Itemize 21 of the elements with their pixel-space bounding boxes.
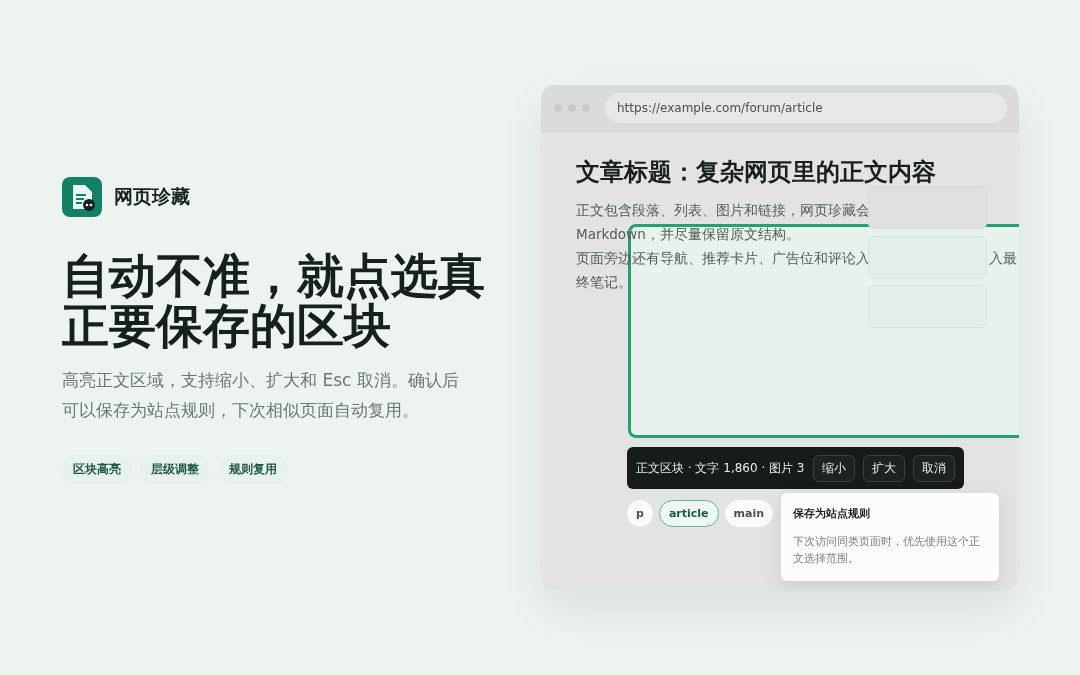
paragraph-line: 终笔记。 bbox=[576, 273, 632, 292]
selection-info: 正文区块 · 文字 1,860 · 图片 3 bbox=[636, 459, 805, 477]
article-title: 文章标题：复杂网页里的正文内容 bbox=[576, 157, 937, 188]
address-bar[interactable]: https://example.com/forum/article bbox=[605, 93, 1007, 123]
app-name: 网页珍藏 bbox=[114, 184, 190, 209]
feature-tag: 区块高亮 bbox=[62, 455, 132, 484]
toolbar-button[interactable]: 缩小 bbox=[812, 454, 855, 482]
feature-tag: 层级调整 bbox=[140, 455, 210, 484]
paragraph-line: 正文包含段落、列表、图片和链接，网页珍藏会 bbox=[576, 201, 870, 220]
element-chip[interactable]: main bbox=[724, 500, 773, 527]
toolbar-button[interactable]: 扩大 bbox=[862, 454, 905, 482]
element-chip[interactable]: p bbox=[627, 500, 653, 527]
headline: 自动不准，就点选真正要保存的区块 bbox=[62, 251, 486, 351]
description: 高亮正文区域，支持缩小、扩大和 Esc 取消。确认后可以保存为站点规则，下次相似页面自动复用。 bbox=[62, 369, 460, 422]
toolbar-button[interactable]: 取消 bbox=[912, 454, 955, 482]
element-chip[interactable]: article bbox=[658, 500, 719, 527]
tooltip-title: 保存为站点规则 bbox=[793, 506, 871, 521]
tooltip-text: 下次访问同类页面时，优先使用这个正文选择范围。 bbox=[793, 534, 981, 567]
feature-tag: 规则复用 bbox=[218, 455, 288, 484]
paragraph-fragment: 入最 bbox=[989, 249, 1017, 268]
logo-icon bbox=[62, 177, 102, 217]
